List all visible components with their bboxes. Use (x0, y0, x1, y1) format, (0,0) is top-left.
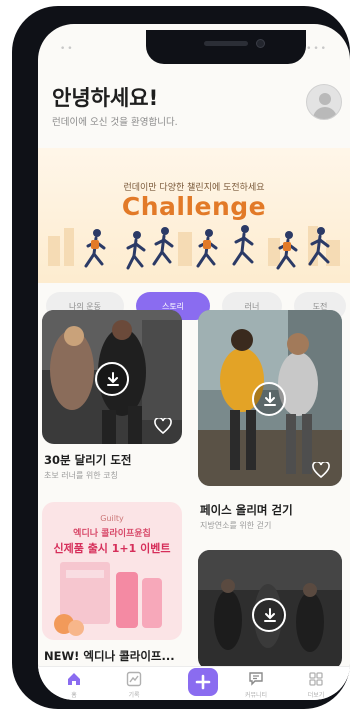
card-subtitle: 초보 러너를 위한 코칭 (44, 471, 118, 480)
status-bar-right: ••• (306, 44, 328, 54)
nav-community[interactable]: 커뮤니티 (236, 667, 276, 700)
download-icon[interactable] (252, 598, 286, 632)
ad-headline: 엑디나 콜라이프윤칩 (73, 529, 151, 539)
speaker-grille (204, 41, 248, 46)
nav-home-label: 홈 (71, 692, 77, 699)
card-title: 30분 달리기 도전 (44, 453, 132, 467)
avatar-head (319, 93, 331, 105)
chat-icon (249, 672, 263, 686)
story-card-walking[interactable] (198, 310, 342, 486)
avatar-body (313, 107, 337, 119)
greeting-title: 안녕하세요! (52, 86, 159, 110)
card-title: 페이스 올리며 걷기 (200, 503, 293, 517)
greeting-subtitle: 런데이에 오신 것을 환영합니다. (52, 117, 178, 128)
phone-frame: •• ••• 안녕하세요! 런데이에 오신 것을 환영합니다. 런데이만 다양한… (12, 6, 350, 709)
ad-event-text: 신제품 출시 1+1 이벤트 (53, 542, 171, 555)
nav-home[interactable]: 홈 (54, 667, 94, 700)
greeting-header: 안녕하세요! 런데이에 오신 것을 환영합니다. (52, 82, 178, 128)
status-bar-left: •• (60, 44, 75, 54)
nav-records[interactable]: 기록 (114, 667, 154, 700)
heart-icon[interactable] (154, 418, 172, 434)
bottom-navigation: 홈 기록 커뮤니티 더보기 (38, 666, 350, 700)
challenge-banner[interactable]: 런데이만 다양한 챌린지에 도전하세요 Challenge (38, 148, 350, 283)
nav-more-label: 더보기 (307, 692, 325, 699)
download-icon[interactable] (252, 382, 286, 416)
nav-more[interactable]: 더보기 (296, 667, 336, 700)
chart-icon (126, 671, 142, 687)
card-title: NEW! 엑디나 콜라이프... (44, 649, 175, 663)
story-card-running[interactable] (42, 310, 182, 444)
plus-icon (195, 674, 211, 690)
grid-icon (309, 672, 323, 686)
banner-title: Challenge (121, 192, 267, 221)
ad-card-product[interactable]: Guilty 엑디나 콜라이프윤칩 신제품 출시 1+1 이벤트 (42, 502, 182, 640)
front-camera (256, 39, 265, 48)
heart-icon[interactable] (312, 462, 330, 478)
nav-community-label: 커뮤니티 (244, 692, 268, 699)
story-card-group[interactable] (198, 550, 342, 670)
app-screen: •• ••• 안녕하세요! 런데이에 오신 것을 환영합니다. 런데이만 다양한… (38, 24, 350, 700)
profile-avatar[interactable] (306, 84, 342, 120)
download-icon[interactable] (95, 362, 129, 396)
card-subtitle: 지방연소를 위한 걷기 (200, 521, 272, 530)
phone-notch (146, 30, 306, 64)
ad-product-image (54, 562, 162, 636)
ad-brand: Guilty (100, 514, 124, 523)
nav-records-label: 기록 (128, 692, 140, 699)
runners-illustration (48, 225, 340, 270)
home-icon (68, 673, 80, 685)
add-button[interactable] (188, 668, 218, 696)
